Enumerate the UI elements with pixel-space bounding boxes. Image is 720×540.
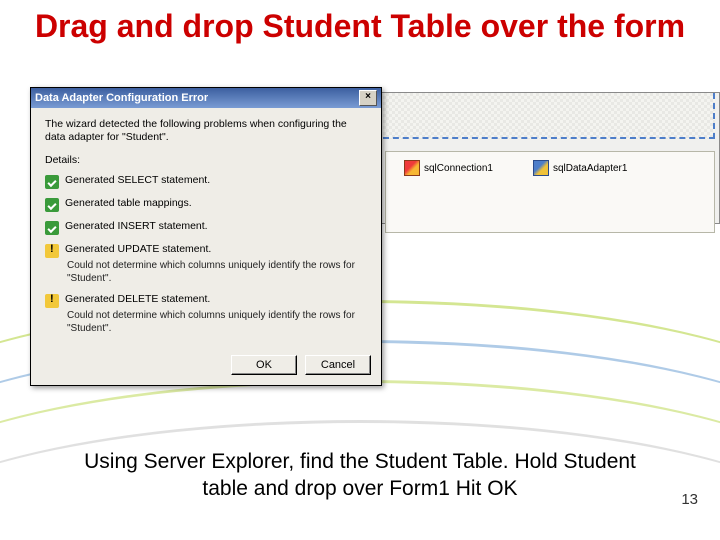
dialog-title: Data Adapter Configuration Error (35, 92, 208, 104)
message-title: Generated SELECT statement. (65, 174, 367, 187)
warning-icon (45, 294, 59, 308)
close-button[interactable]: × (359, 90, 377, 106)
dialog-titlebar[interactable]: Data Adapter Configuration Error × (31, 88, 381, 108)
check-icon (45, 221, 59, 235)
message-item: Generated DELETE statement. Could not de… (45, 289, 367, 339)
message-item: Generated SELECT statement. (45, 170, 367, 193)
message-detail: Could not determine which columns unique… (67, 310, 367, 335)
warning-icon (45, 244, 59, 258)
cancel-button[interactable]: Cancel (305, 355, 371, 375)
dialog-intro-text: The wizard detected the following proble… (45, 118, 367, 144)
form-designer: sqlConnection1 sqlDataAdapter1 (380, 92, 720, 224)
message-title: Generated DELETE statement. (65, 293, 367, 308)
component-tray: sqlConnection1 sqlDataAdapter1 (385, 151, 715, 233)
sql-connection-icon (404, 160, 420, 176)
message-item: Generated table mappings. (45, 193, 367, 216)
tray-item-connection[interactable]: sqlConnection1 (404, 160, 493, 176)
message-title: Generated UPDATE statement. (65, 243, 367, 258)
message-title: Generated table mappings. (65, 197, 367, 210)
message-list: Generated SELECT statement. Generated ta… (45, 170, 367, 339)
details-label: Details: (45, 154, 367, 166)
data-adapter-error-dialog: Data Adapter Configuration Error × The w… (30, 87, 382, 386)
sql-data-adapter-icon (533, 160, 549, 176)
slide-title: Drag and drop Student Table over the for… (0, 8, 720, 45)
check-icon (45, 175, 59, 189)
page-number: 13 (681, 491, 698, 508)
tray-item-label: sqlConnection1 (424, 163, 493, 174)
message-title: Generated INSERT statement. (65, 220, 367, 233)
ok-button[interactable]: OK (231, 355, 297, 375)
slide-instruction: Using Server Explorer, find the Student … (60, 448, 660, 503)
tray-item-label: sqlDataAdapter1 (553, 163, 628, 174)
message-detail: Could not determine which columns unique… (67, 260, 367, 285)
tray-item-adapter[interactable]: sqlDataAdapter1 (533, 160, 628, 176)
message-item: Generated UPDATE statement. Could not de… (45, 239, 367, 289)
form1-design-surface[interactable] (383, 93, 715, 139)
message-item: Generated INSERT statement. (45, 216, 367, 239)
check-icon (45, 198, 59, 212)
